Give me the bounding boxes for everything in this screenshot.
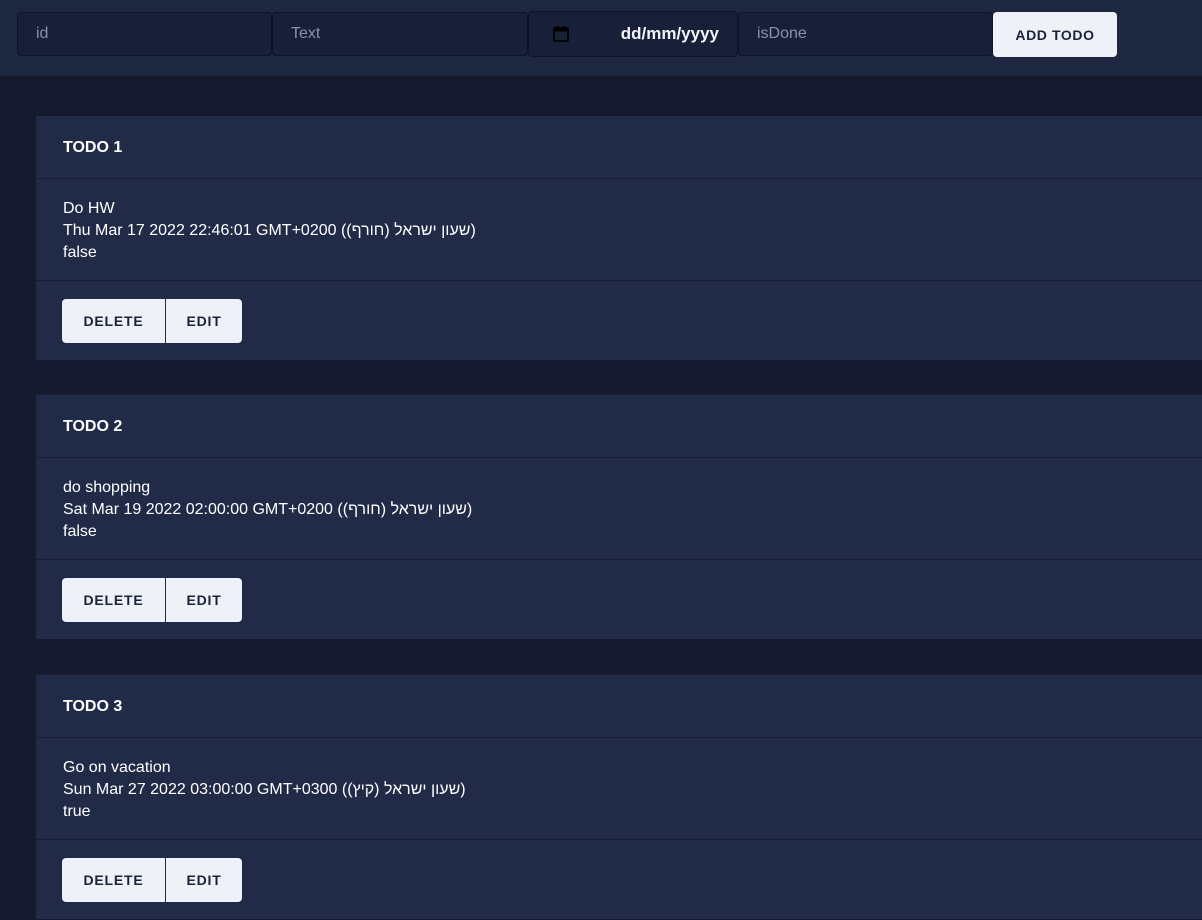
add-todo-button[interactable]: ADD TODO	[993, 12, 1117, 57]
delete-button[interactable]: DELETE	[62, 578, 165, 622]
add-todo-form: dd/mm/yyyy ADD TODO	[0, 0, 1202, 76]
todo-actions: DELETE EDIT	[36, 560, 1202, 639]
todo-title: TODO 3	[36, 675, 1202, 738]
todo-card: TODO 1 Do HW Thu Mar 17 2022 22:46:01 GM…	[35, 115, 1202, 361]
isdone-input[interactable]	[738, 12, 993, 56]
todo-date: Thu Mar 17 2022 22:46:01 GMT+0200 (שעון …	[63, 222, 476, 239]
todo-actions: DELETE EDIT	[36, 281, 1202, 360]
todo-text: do shopping	[63, 479, 151, 496]
delete-button[interactable]: DELETE	[62, 299, 165, 343]
todo-body: do shopping Sat Mar 19 2022 02:00:00 GMT…	[36, 458, 1202, 560]
todo-card: TODO 2 do shopping Sat Mar 19 2022 02:00…	[35, 394, 1202, 640]
date-placeholder: dd/mm/yyyy	[620, 24, 719, 43]
todo-text: Go on vacation	[63, 759, 171, 776]
todo-title: TODO 2	[36, 395, 1202, 458]
todo-text: Do HW	[63, 200, 115, 217]
date-input[interactable]: dd/mm/yyyy	[528, 11, 738, 57]
edit-button[interactable]: EDIT	[166, 578, 242, 622]
id-input[interactable]	[17, 12, 272, 56]
text-input[interactable]	[272, 12, 528, 56]
calendar-icon[interactable]	[552, 25, 570, 43]
todo-body: Do HW Thu Mar 17 2022 22:46:01 GMT+0200 …	[36, 179, 1202, 281]
todo-actions: DELETE EDIT	[36, 840, 1202, 919]
todo-done: false	[63, 523, 97, 540]
todo-card: TODO 3 Go on vacation Sun Mar 27 2022 03…	[35, 674, 1202, 920]
todo-body: Go on vacation Sun Mar 27 2022 03:00:00 …	[36, 738, 1202, 840]
edit-button[interactable]: EDIT	[166, 299, 242, 343]
todo-date: Sun Mar 27 2022 03:00:00 GMT+0300 (שעון …	[63, 781, 466, 798]
todo-done: true	[63, 803, 91, 820]
todo-done: false	[63, 244, 97, 261]
edit-button[interactable]: EDIT	[166, 858, 242, 902]
todo-date: Sat Mar 19 2022 02:00:00 GMT+0200 (שעון …	[63, 501, 473, 518]
todo-title: TODO 1	[36, 116, 1202, 179]
delete-button[interactable]: DELETE	[62, 858, 165, 902]
